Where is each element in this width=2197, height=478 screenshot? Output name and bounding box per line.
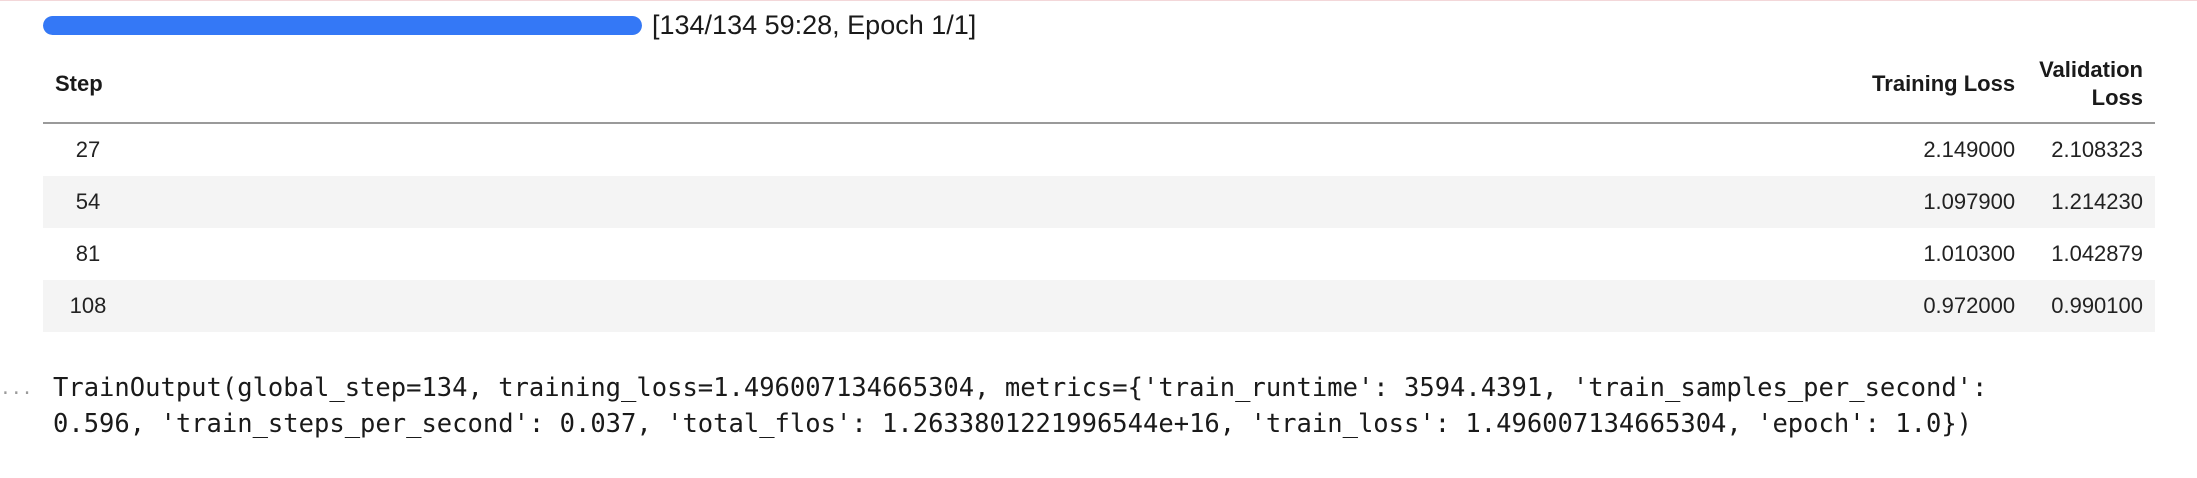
cell-validation-loss: 2.108323: [2051, 137, 2143, 162]
cell-spacer: [133, 123, 1857, 176]
table-row: 81 1.010300 1.042879: [43, 228, 2155, 280]
training-progress: [134/134 59:28, Epoch 1/1]: [43, 8, 976, 42]
table-row: 54 1.097900 1.214230: [43, 176, 2155, 228]
header-spacer: [133, 56, 1858, 124]
table-row: 108 0.972000 0.990100: [43, 280, 2155, 332]
progress-bar: [43, 15, 642, 35]
output-line-1: TrainOutput(global_step=134, training_lo…: [53, 373, 1988, 403]
progress-bar-fill: [43, 15, 642, 35]
cell-spacer: [133, 280, 1858, 332]
cell-validation-loss: 0.990100: [2027, 280, 2155, 332]
cell-step: 54: [43, 176, 133, 228]
cell-training-loss: 1.010300: [1923, 241, 2016, 266]
table-header-row: Step Training Loss Validation Loss: [43, 56, 2155, 124]
header-validation-loss: Validation Loss: [2027, 56, 2155, 124]
progress-status-text: [134/134 59:28, Epoch 1/1]: [652, 10, 977, 40]
header-validation-loss-line1: Validation: [2039, 57, 2143, 82]
cell-top-border: [0, 0, 2197, 1]
cell-validation-loss: 1.042879: [2051, 241, 2143, 266]
cell-spacer: [133, 176, 1858, 228]
table-row: 27 2.149000 2.108323: [43, 123, 2155, 176]
cell-step: 108: [43, 280, 133, 332]
header-validation-loss-line2: Loss: [2091, 85, 2143, 110]
output-collapse-indicator[interactable]: ...: [0, 378, 33, 399]
cell-spacer: [133, 228, 1857, 280]
training-metrics-table: Step Training Loss Validation Loss 27 2.…: [43, 56, 2155, 332]
cell-step: 27: [75, 137, 101, 162]
header-training-loss: Training Loss: [1857, 56, 2028, 124]
output-line-2: 0.596, 'train_steps_per_second': 0.037, …: [53, 409, 1973, 439]
cell-step: 81: [75, 241, 101, 266]
cell-validation-loss: 1.214230: [2027, 176, 2155, 228]
cell-output-text: TrainOutput(global_step=134, training_lo…: [53, 370, 2193, 442]
header-step: Step: [43, 56, 133, 124]
cell-training-loss: 1.097900: [1857, 176, 2028, 228]
cell-training-loss: 2.149000: [1923, 137, 2016, 162]
cell-training-loss: 0.972000: [1857, 280, 2028, 332]
